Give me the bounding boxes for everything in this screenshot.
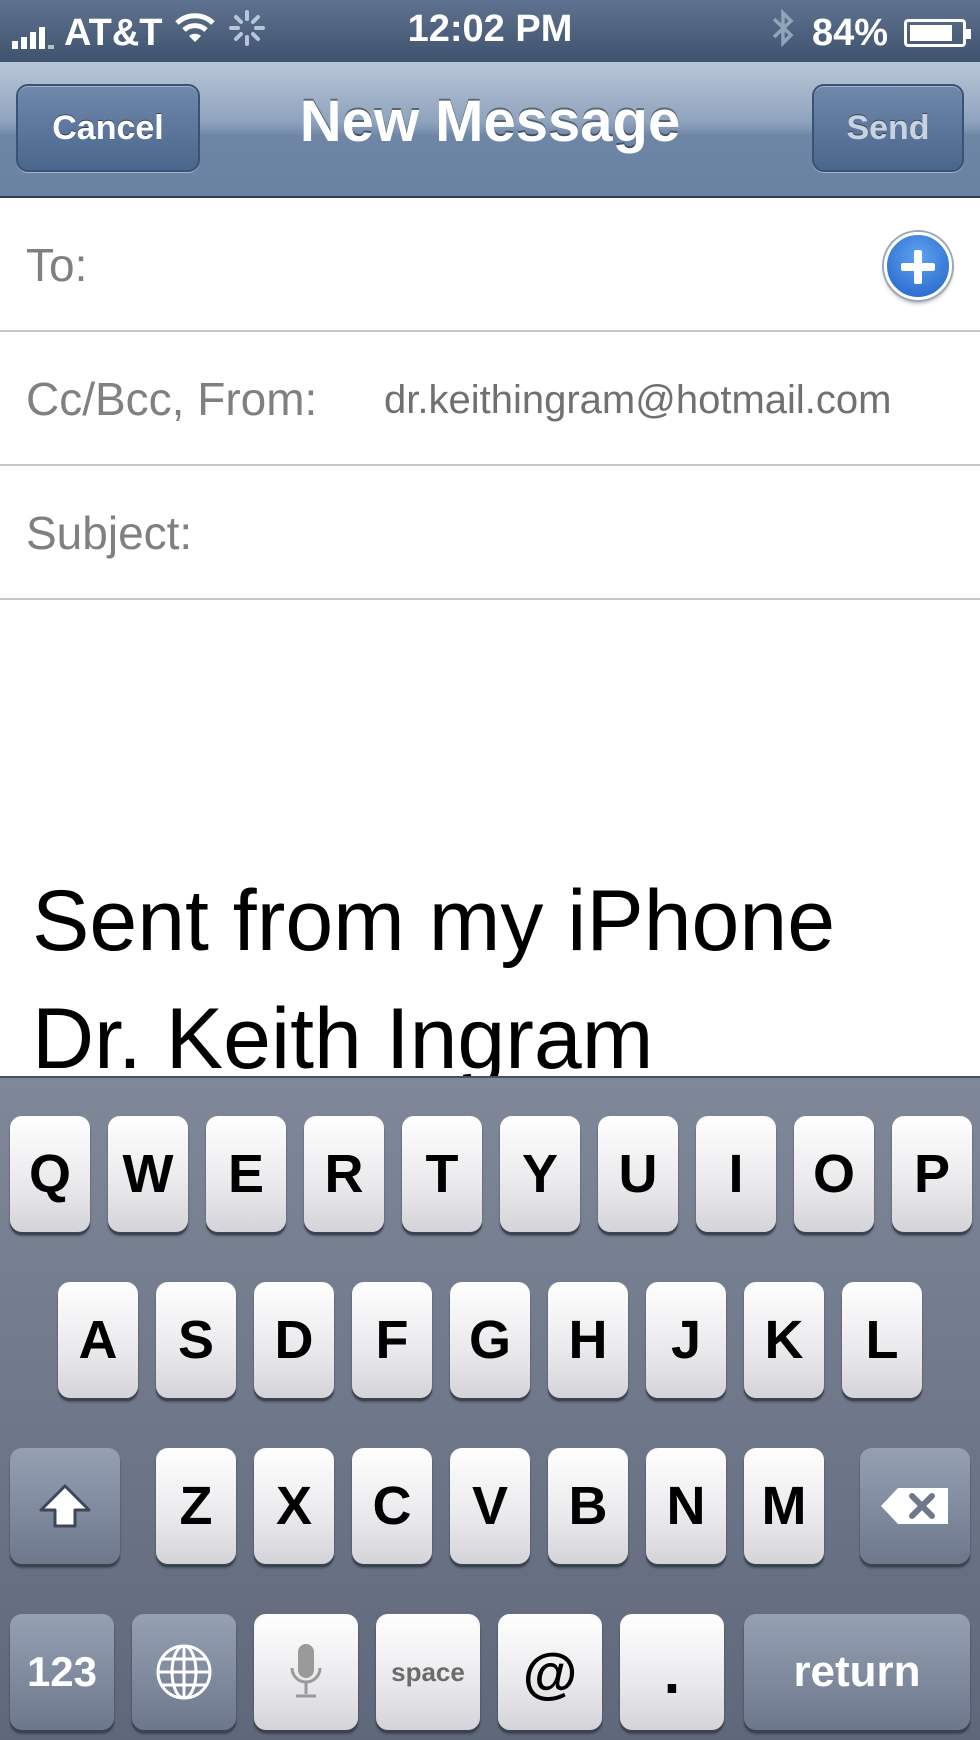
bluetooth-icon — [770, 8, 796, 58]
microphone-icon — [290, 1644, 322, 1698]
key-e[interactable]: E — [206, 1116, 286, 1232]
key-h[interactable]: H — [548, 1282, 628, 1398]
dictation-key[interactable] — [254, 1614, 358, 1730]
key-z[interactable]: Z — [156, 1448, 236, 1564]
battery-icon — [904, 19, 971, 47]
key-x[interactable]: X — [254, 1448, 334, 1564]
key-s[interactable]: S — [156, 1282, 236, 1398]
key-q[interactable]: Q — [10, 1116, 90, 1232]
at-key[interactable]: @ — [498, 1614, 602, 1730]
to-field[interactable]: To: — [0, 198, 980, 332]
message-body[interactable]: Sent from my iPhone Dr. Keith Ingram — [0, 602, 980, 1078]
ccbcc-from-field[interactable]: Cc/Bcc, From: dr.keithingram@hotmail.com — [0, 332, 980, 466]
battery-percent: 84% — [811, 11, 888, 54]
add-contact-icon[interactable] — [884, 232, 952, 300]
to-label: To: — [26, 239, 88, 291]
key-m[interactable]: M — [744, 1448, 824, 1564]
key-j[interactable]: J — [646, 1282, 726, 1398]
delete-key[interactable] — [860, 1448, 970, 1564]
shift-icon — [39, 1484, 91, 1528]
ccbcc-from-label: Cc/Bcc, From: — [26, 373, 318, 425]
key-a[interactable]: A — [58, 1282, 138, 1398]
space-key[interactable]: space — [376, 1614, 480, 1730]
globe-key[interactable] — [132, 1614, 236, 1730]
key-g[interactable]: G — [450, 1282, 530, 1398]
numbers-key[interactable]: 123 — [10, 1614, 114, 1730]
send-button[interactable]: Send — [812, 84, 964, 172]
status-right: 84% — [770, 8, 971, 58]
key-t[interactable]: T — [402, 1116, 482, 1232]
backspace-icon — [881, 1488, 948, 1524]
key-v[interactable]: V — [450, 1448, 530, 1564]
key-n[interactable]: N — [646, 1448, 726, 1564]
shift-key[interactable] — [10, 1448, 120, 1564]
key-c[interactable]: C — [352, 1448, 432, 1564]
key-k[interactable]: K — [744, 1282, 824, 1398]
period-key[interactable]: . — [620, 1614, 724, 1730]
key-w[interactable]: W — [108, 1116, 188, 1232]
status-bar: AT&T 12:02 PM 84% — [0, 0, 980, 62]
cancel-button[interactable]: Cancel — [16, 84, 200, 172]
key-b[interactable]: B — [548, 1448, 628, 1564]
key-f[interactable]: F — [352, 1282, 432, 1398]
key-l[interactable]: L — [842, 1282, 922, 1398]
key-i[interactable]: I — [696, 1116, 776, 1232]
key-o[interactable]: O — [794, 1116, 874, 1232]
key-r[interactable]: R — [304, 1116, 384, 1232]
signature-line-1: Sent from my iPhone — [32, 873, 836, 969]
key-y[interactable]: Y — [500, 1116, 580, 1232]
subject-label: Subject: — [26, 507, 193, 559]
return-key[interactable]: return — [744, 1614, 970, 1730]
globe-icon — [156, 1644, 212, 1700]
signature-line-2: Dr. Keith Ingram — [32, 991, 654, 1078]
from-address: dr.keithingram@hotmail.com — [384, 378, 892, 422]
keyboard: Q W E R T Y U I O P A S D F G H J K L Z … — [0, 1076, 980, 1740]
page-title: New Message — [299, 89, 681, 154]
key-d[interactable]: D — [254, 1282, 334, 1398]
key-p[interactable]: P — [892, 1116, 972, 1232]
subject-field[interactable]: Subject: — [0, 466, 980, 600]
nav-bar: Cancel New Message Send — [0, 62, 980, 198]
key-u[interactable]: U — [598, 1116, 678, 1232]
battery-fill — [910, 25, 952, 41]
